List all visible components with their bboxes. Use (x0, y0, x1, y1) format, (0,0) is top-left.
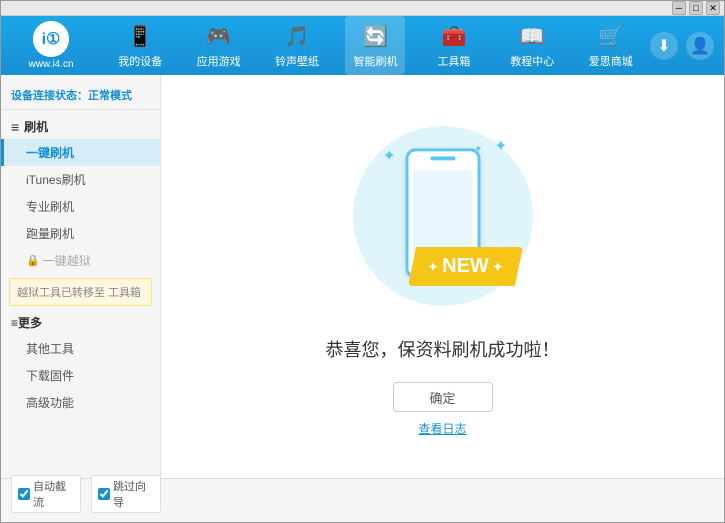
main-area: 设备连接状态：正常模式 ≡ 刷机 一键刷机 iTunes刷机 专业刷机 跑量刷机 (1, 75, 724, 478)
skip-wizard-label: 跳过向导 (113, 478, 154, 510)
auto-throttle-label: 自动截流 (33, 478, 74, 510)
new-badge: NEW (408, 247, 523, 286)
sidebar-item-other-tools[interactable]: 其他工具 (1, 335, 160, 362)
tutorial-icon: 📖 (518, 22, 546, 50)
sidebar-item-download-firmware[interactable]: 下载固件 (1, 362, 160, 389)
title-bar-controls: ─ □ ✕ (672, 1, 720, 15)
nav-toolbox-label: 工具箱 (437, 53, 470, 69)
content-area: ✦ ✦ ✦ NEW 恭喜您，保资料刷机成功啦！ (161, 75, 724, 478)
sidebar-item-advanced[interactable]: 高级功能 (1, 389, 160, 416)
nav-tutorial-label: 教程中心 (510, 53, 554, 69)
maximize-button[interactable]: □ (689, 1, 703, 15)
smart-flash-icon: 🔄 (361, 22, 389, 50)
more-section-icon: ≡ (11, 316, 18, 330)
logo-url: www.i4.cn (28, 59, 73, 70)
ringtone-icon: 🎵 (283, 22, 311, 50)
success-message: 恭喜您，保资料刷机成功啦！ (326, 336, 560, 362)
device-bar: 自动截流 跳过向导 📱 iPhone 12 mini 64GB Down-12m… (1, 478, 724, 523)
sidebar: 设备连接状态：正常模式 ≡ 刷机 一键刷机 iTunes刷机 专业刷机 跑量刷机 (1, 75, 161, 478)
nav-smart-flash-label: 智能刷机 (353, 53, 397, 69)
new-badge-text: NEW (442, 255, 489, 278)
status-value: 正常模式 (88, 90, 132, 102)
nav-apps-games-label: 应用游戏 (197, 53, 241, 69)
my-device-icon: 📱 (126, 22, 154, 50)
header-right: ⬇ 👤 (650, 32, 714, 60)
header: i① www.i4.cn 📱 我的设备 🎮 应用游戏 🎵 铃声壁纸 🔄 智能刷机 (1, 16, 724, 75)
lock-icon: 🔒 (26, 254, 40, 267)
nav-apps-games[interactable]: 🎮 应用游戏 (189, 16, 249, 75)
sidebar-item-pro-flash[interactable]: 专业刷机 (1, 193, 160, 220)
flash-section-icon: ≡ (11, 119, 19, 135)
nav-toolbox[interactable]: 🧰 工具箱 (424, 16, 484, 75)
flash-section-label: 刷机 (24, 118, 48, 135)
nav-bar: 📱 我的设备 🎮 应用游戏 🎵 铃声壁纸 🔄 智能刷机 🧰 工具箱 📖 (101, 16, 650, 75)
nav-tutorial[interactable]: 📖 教程中心 (502, 16, 562, 75)
toolbox-icon: 🧰 (440, 22, 468, 50)
minimize-button[interactable]: ─ (672, 1, 686, 15)
more-section-label: 更多 (18, 314, 42, 331)
checkboxes: 自动截流 跳过向导 (11, 475, 161, 513)
confirm-button[interactable]: 确定 (393, 382, 493, 412)
nav-store[interactable]: 🛒 爱思商城 (581, 16, 641, 75)
sidebar-item-one-key-restore: 🔒 一键越狱 (1, 247, 160, 274)
apps-games-icon: 🎮 (205, 22, 233, 50)
sidebar-item-itunes-flash[interactable]: iTunes刷机 (1, 166, 160, 193)
sidebar-item-one-key-flash[interactable]: 一键刷机 (1, 139, 160, 166)
nav-smart-flash[interactable]: 🔄 智能刷机 (345, 16, 405, 75)
user-button[interactable]: 👤 (686, 32, 714, 60)
sparkle-icon-1: ✦ (494, 136, 507, 156)
warning-text: 越狱工具已转移至 工具箱 (17, 287, 141, 299)
nav-ringtone[interactable]: 🎵 铃声壁纸 (267, 16, 327, 75)
phone-screen (413, 171, 473, 256)
logo-icon: i① (33, 21, 69, 57)
logo[interactable]: i① www.i4.cn (11, 21, 91, 70)
title-bar: ─ □ ✕ (1, 1, 724, 16)
nav-my-device[interactable]: 📱 我的设备 (110, 16, 170, 75)
store-icon: 🛒 (597, 22, 625, 50)
device-bar-left: 自动截流 跳过向导 📱 iPhone 12 mini 64GB Down-12m… (11, 475, 161, 523)
nav-store-label: 爱思商城 (589, 53, 633, 69)
svg-text:i①: i① (42, 31, 61, 48)
download-button[interactable]: ⬇ (650, 32, 678, 60)
close-button[interactable]: ✕ (706, 1, 720, 15)
flash-section-title[interactable]: ≡ 刷机 (1, 114, 160, 139)
nav-ringtone-label: 铃声壁纸 (275, 53, 319, 69)
status-label: 设备连接状态： (11, 90, 88, 102)
skip-wizard-checkbox[interactable]: 跳过向导 (91, 475, 161, 513)
more-section-title[interactable]: ≡ 更多 (1, 310, 160, 335)
phone-illustration: ✦ ✦ ✦ NEW (343, 116, 543, 316)
auto-throttle-input[interactable] (18, 488, 30, 500)
auto-throttle-checkbox[interactable]: 自动截流 (11, 475, 81, 513)
view-log-link[interactable]: 查看日志 (418, 420, 466, 437)
body-wrapper: 设备连接状态：正常模式 ≡ 刷机 一键刷机 iTunes刷机 专业刷机 跑量刷机 (1, 75, 724, 523)
nav-my-device-label: 我的设备 (118, 53, 162, 69)
sidebar-warning-box: 越狱工具已转移至 工具箱 (9, 278, 152, 306)
connection-status: 设备连接状态：正常模式 (1, 83, 160, 110)
phone-notch (430, 156, 455, 160)
sparkle-icon-2: ✦ (383, 146, 396, 166)
sidebar-item-data-flash[interactable]: 跑量刷机 (1, 220, 160, 247)
skip-wizard-input[interactable] (98, 488, 110, 500)
app-window: ─ □ ✕ i① www.i4.cn 📱 我的设备 🎮 应用游戏 (0, 0, 725, 523)
